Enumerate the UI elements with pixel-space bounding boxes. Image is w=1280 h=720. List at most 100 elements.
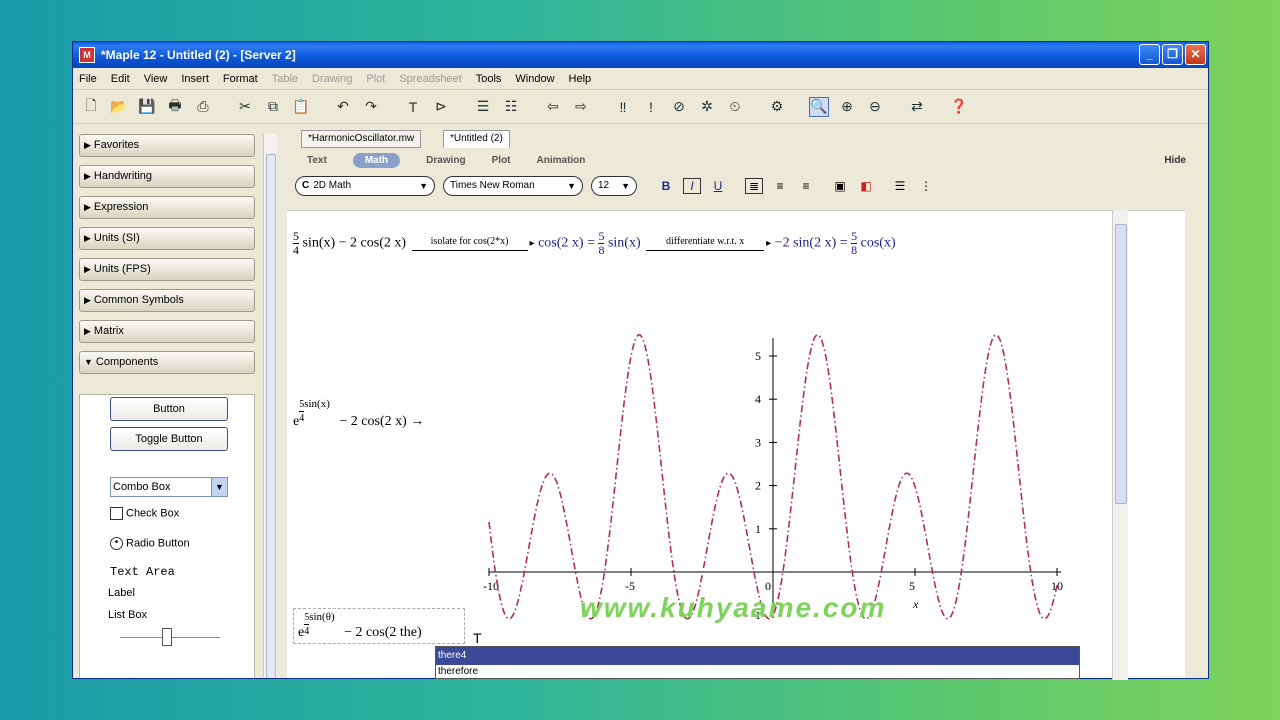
bullet-list-icon[interactable]: ☰: [891, 179, 909, 193]
zoom-out-icon[interactable]: ⊖: [865, 97, 885, 117]
hide-button[interactable]: Hide: [1164, 155, 1186, 166]
palette-expression[interactable]: ▶ Expression: [79, 196, 255, 219]
zoom-in-icon[interactable]: ⊕: [837, 97, 857, 117]
restart-icon[interactable]: ⚙: [767, 97, 787, 117]
menu-view[interactable]: View: [144, 73, 168, 85]
y-tick-label: 1: [755, 522, 761, 536]
menu-spreadsheet[interactable]: Spreadsheet: [399, 73, 461, 85]
x-tick-label: 5: [909, 579, 915, 593]
execute-icon[interactable]: !: [641, 97, 661, 117]
palette-units-si[interactable]: ▶ Units (SI): [79, 227, 255, 250]
copy-icon[interactable]: ⧉: [263, 97, 283, 117]
radio-icon: •: [110, 537, 123, 550]
menu-insert[interactable]: Insert: [181, 73, 209, 85]
execute-all-icon[interactable]: ‼: [613, 97, 633, 117]
menu-format[interactable]: Format: [223, 73, 258, 85]
minimize-button[interactable]: _: [1139, 44, 1160, 65]
underline-icon[interactable]: U: [709, 179, 727, 193]
palette-units-fps[interactable]: ▶ Units (FPS): [79, 258, 255, 281]
subsection-icon[interactable]: ☷: [501, 97, 521, 117]
print-preview-icon[interactable]: 🖶: [165, 97, 185, 117]
checkbox-icon: [110, 507, 123, 520]
undo-icon[interactable]: ↶: [333, 97, 353, 117]
menu-file[interactable]: File: [79, 73, 97, 85]
autocomplete-item[interactable]: therefore: [436, 665, 1079, 679]
equation-line-1: 54 sin(x) − 2 cos(2 x) isolate for cos(2…: [293, 229, 896, 257]
menu-help[interactable]: Help: [569, 73, 592, 85]
component-check-box[interactable]: Check Box: [110, 507, 179, 520]
context-drawing[interactable]: Drawing: [426, 155, 465, 166]
component-text-area[interactable]: Text Area: [110, 565, 175, 579]
title-bar: M *Maple 12 - Untitled (2) - [Server 2] …: [73, 42, 1208, 68]
dropdown-arrow-icon: ▼: [211, 478, 227, 496]
context-math[interactable]: Math: [352, 152, 401, 168]
paste-icon[interactable]: 📋: [291, 97, 311, 117]
context-animation[interactable]: Animation: [537, 155, 586, 166]
tab-untitled-2[interactable]: *Untitled (2): [443, 130, 510, 148]
stop-icon[interactable]: ⊘: [669, 97, 689, 117]
maximize-button[interactable]: ❐: [1162, 44, 1183, 65]
dropdown-arrow-icon: ▼: [621, 181, 630, 191]
component-radio-button[interactable]: • Radio Button: [110, 537, 190, 550]
align-center-icon[interactable]: ≡: [771, 179, 789, 193]
align-left-icon[interactable]: ≣: [745, 178, 763, 194]
context-arrow-differentiate: differentiate w.r.t. x: [646, 236, 765, 251]
section-icon[interactable]: ☰: [473, 97, 493, 117]
palette-matrix[interactable]: ▶ Matrix: [79, 320, 255, 343]
font-size-dropdown[interactable]: 12 ▼: [591, 176, 637, 196]
redo-icon[interactable]: ↷: [361, 97, 381, 117]
menu-window[interactable]: Window: [515, 73, 554, 85]
palette-scrollbar[interactable]: [263, 134, 277, 678]
menu-tools[interactable]: Tools: [476, 73, 502, 85]
italic-icon[interactable]: I: [683, 178, 701, 194]
context-arrow-isolate: isolate for cos(2*x): [411, 236, 528, 251]
toggle-input-icon[interactable]: ⇄: [907, 97, 927, 117]
numbered-list-icon[interactable]: ⋮: [917, 179, 935, 193]
expand-arrow-icon: ▶: [84, 326, 91, 336]
palette-handwriting[interactable]: ▶ Handwriting: [79, 165, 255, 188]
debug-icon[interactable]: ✲: [697, 97, 717, 117]
close-button[interactable]: ✕: [1185, 44, 1206, 65]
bold-icon[interactable]: B: [657, 179, 675, 193]
component-button[interactable]: Button: [110, 397, 228, 421]
component-toggle-button[interactable]: Toggle Button: [110, 427, 228, 451]
context-plot[interactable]: Plot: [492, 155, 511, 166]
new-icon[interactable]: 🗋: [81, 97, 101, 117]
forward-icon[interactable]: ⇨: [571, 97, 591, 117]
component-combo-box[interactable]: Combo Box ▼: [110, 477, 228, 497]
cut-icon[interactable]: ✂: [235, 97, 255, 117]
main-toolbar: 🗋 📂 💾 🖶 ⎙ ✂ ⧉ 📋 ↶ ↷ T ⊳ ☰ ☷ ⇦ ⇨ ‼ ! ⊘ ✲ …: [73, 90, 1208, 124]
palette-components[interactable]: ▼ Components: [79, 351, 255, 374]
worksheet-scrollbar[interactable]: [1112, 210, 1128, 680]
print-icon[interactable]: ⎙: [193, 97, 213, 117]
zoom-100-icon[interactable]: 🔍: [809, 96, 829, 117]
input-mode-dropdown[interactable]: C 2D Math ▼: [295, 176, 435, 196]
open-icon[interactable]: 📂: [109, 97, 129, 117]
tab-harmonic-oscillator[interactable]: *HarmonicOscillator.mw: [301, 130, 422, 148]
expression-3-input[interactable]: e 5 4 sin(θ) − 2 cos(2 the): [293, 608, 465, 644]
y-tick-label: 3: [755, 435, 761, 449]
palette-common-symbols[interactable]: ▶ Common Symbols: [79, 289, 255, 312]
context-text[interactable]: Text: [307, 155, 327, 166]
font-dropdown[interactable]: Times New Roman ▼: [443, 176, 583, 196]
text-mode-icon[interactable]: T: [403, 97, 423, 117]
text-color-icon[interactable]: ▣: [831, 179, 849, 193]
back-icon[interactable]: ⇦: [543, 97, 563, 117]
function-plot[interactable]: -10 -5 0 5 1012345-1 x: [473, 286, 1123, 626]
component-slider-thumb[interactable]: [162, 628, 172, 646]
autocomplete-item[interactable]: there4: [436, 647, 1079, 665]
menu-plot[interactable]: Plot: [366, 73, 385, 85]
save-icon[interactable]: 💾: [137, 97, 157, 117]
help-icon[interactable]: ❓: [949, 97, 969, 117]
highlight-color-icon[interactable]: ◧: [857, 179, 875, 193]
menu-drawing[interactable]: Drawing: [312, 73, 352, 85]
prompt-icon[interactable]: ⊳: [431, 97, 451, 117]
component-list-box[interactable]: List Box: [108, 609, 147, 621]
component-label[interactable]: Label: [108, 587, 135, 599]
palette-favorites[interactable]: ▶ Favorites: [79, 134, 255, 157]
menu-edit[interactable]: Edit: [111, 73, 130, 85]
math-mode-icon: C: [302, 180, 310, 191]
menu-table[interactable]: Table: [272, 73, 298, 85]
align-right-icon[interactable]: ≡: [797, 179, 815, 193]
timer-icon[interactable]: ⏲: [725, 97, 745, 117]
